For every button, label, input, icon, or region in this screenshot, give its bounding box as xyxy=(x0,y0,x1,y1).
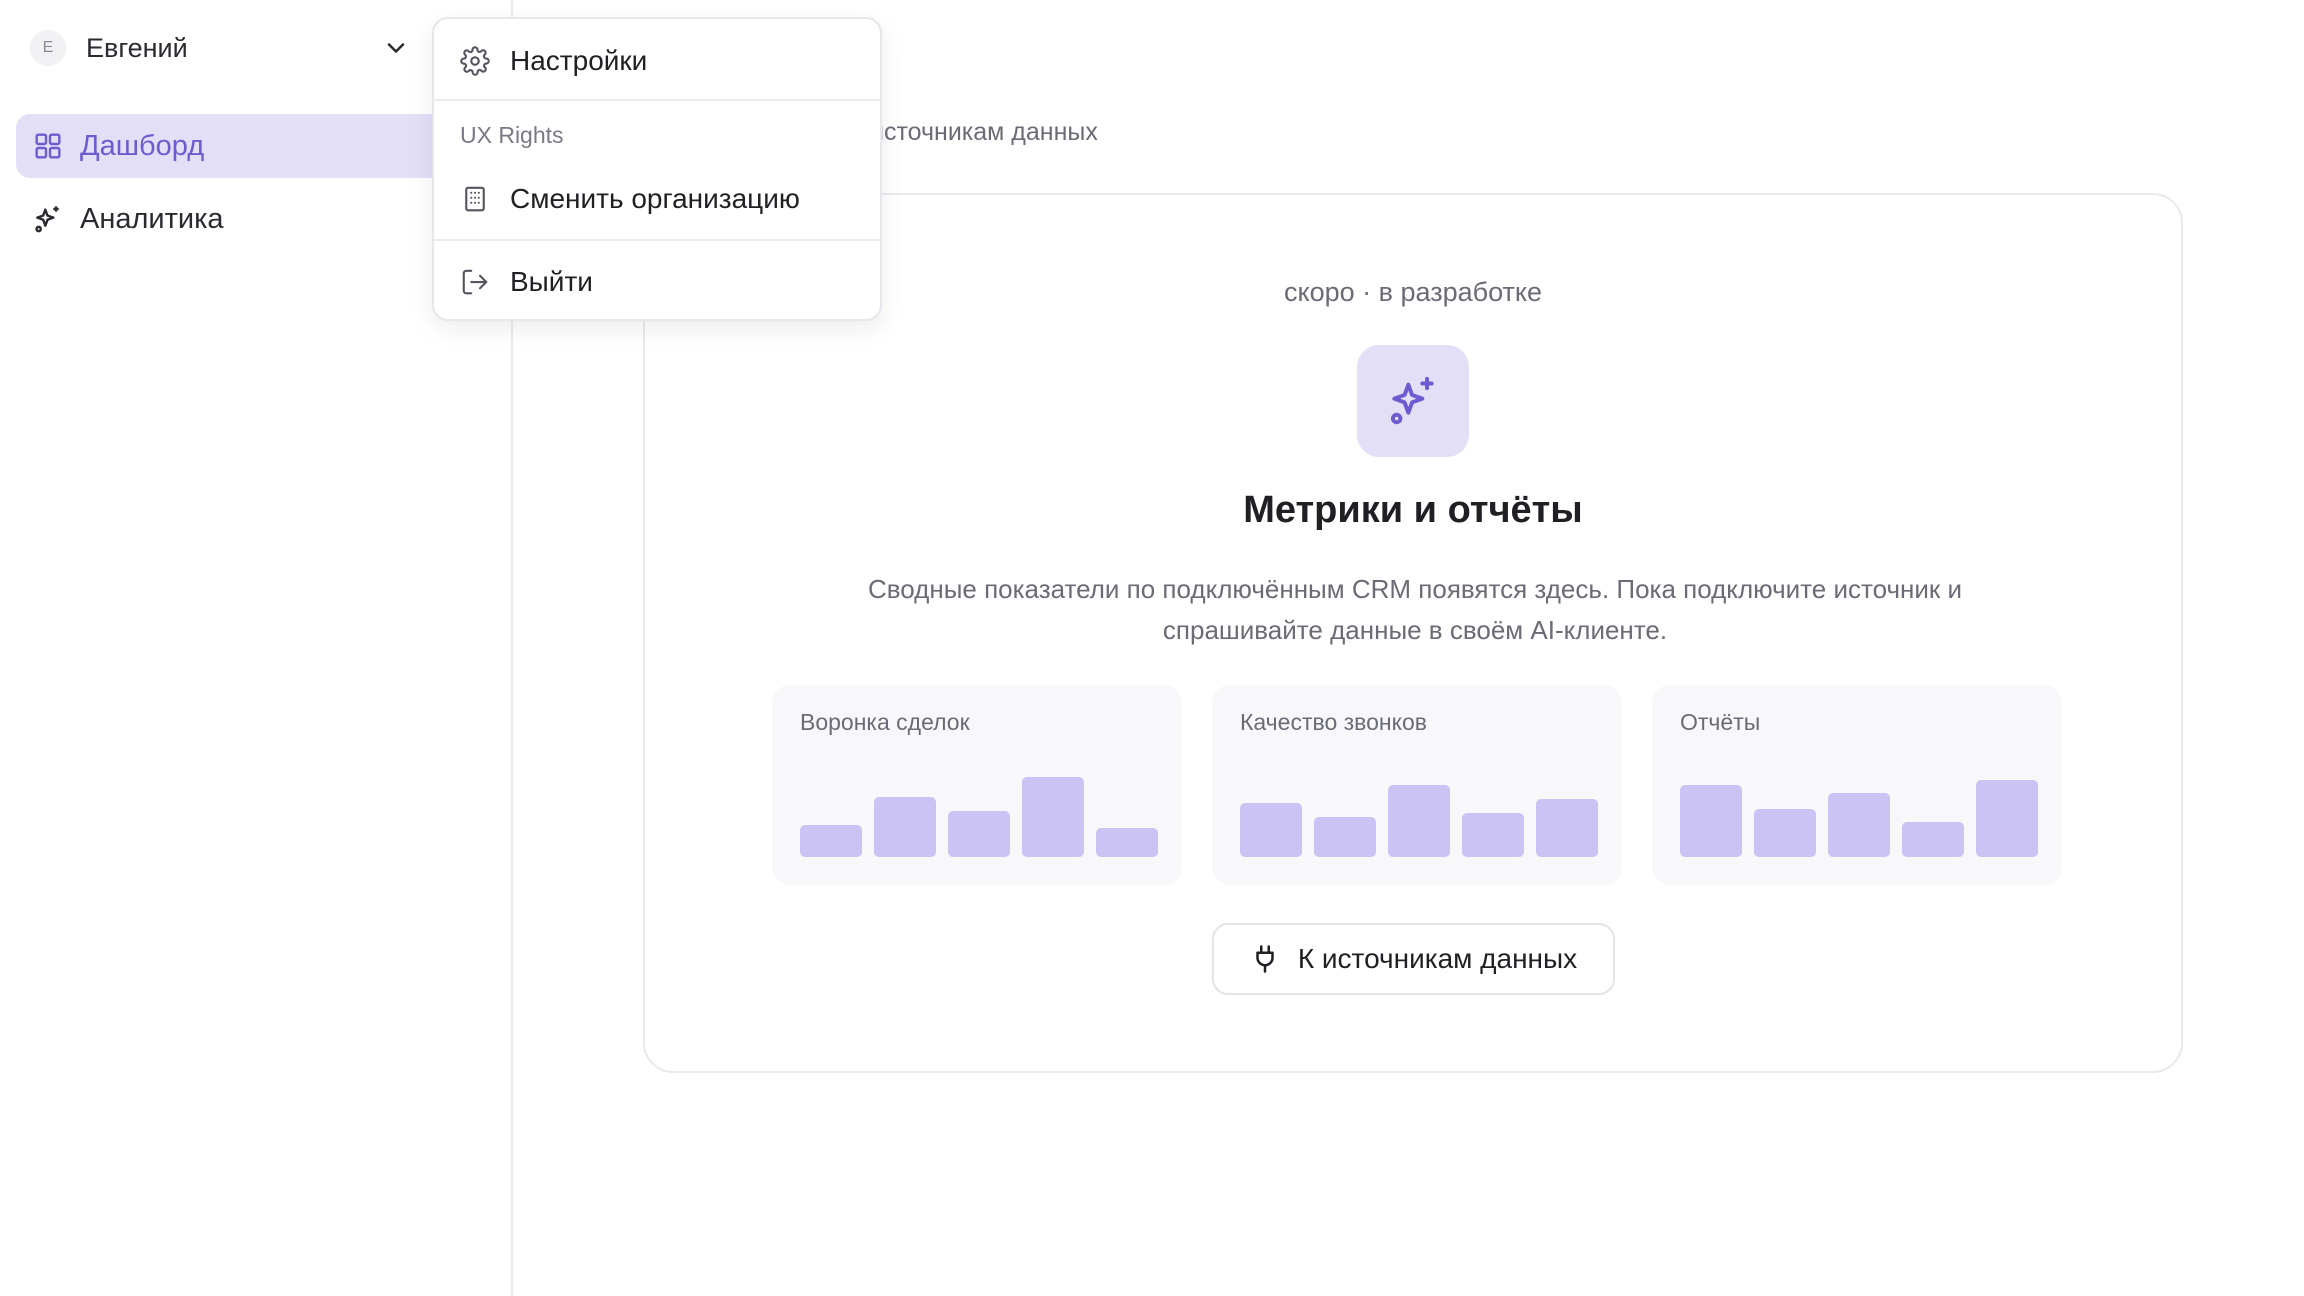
preview-bar xyxy=(800,825,862,857)
feature-icon-tile xyxy=(1357,345,1469,457)
preview-bars xyxy=(1240,757,1598,857)
preview-bar xyxy=(1462,813,1524,857)
menu-item-settings[interactable]: Настройки xyxy=(434,33,880,89)
preview-card-calls: Качество звонков xyxy=(1212,685,1622,885)
avatar: Е xyxy=(30,30,66,66)
preview-bars xyxy=(1680,757,2038,857)
gear-icon xyxy=(460,46,490,76)
metrics-card: скоро · в разработке Метрики и отчёты Св… xyxy=(643,193,2183,1073)
sparkles-icon xyxy=(35,206,59,233)
user-menu: Настройки UX Rights Сменить организацию … xyxy=(432,17,882,321)
data-sources-button[interactable]: К источникам данных xyxy=(1212,923,1615,995)
preview-bar xyxy=(1828,793,1890,857)
sidebar-item-analytics[interactable]: Аналитика xyxy=(16,187,496,251)
menu-divider xyxy=(434,239,880,241)
menu-item-switch-org[interactable]: Сменить организацию xyxy=(434,171,880,227)
preview-card-title: Качество звонков xyxy=(1240,709,1427,735)
preview-bars xyxy=(800,757,1158,857)
user-switcher[interactable]: Е Евгений xyxy=(30,28,410,68)
menu-divider xyxy=(434,99,880,101)
menu-item-logout[interactable]: Выйти xyxy=(434,254,880,310)
chevron-down-icon[interactable] xyxy=(382,34,410,62)
preview-card-reports: Отчёты xyxy=(1652,685,2062,885)
preview-bar xyxy=(1902,822,1964,857)
building-icon xyxy=(465,186,485,212)
sidebar-item-label: Аналитика xyxy=(80,202,224,235)
preview-bar xyxy=(1680,785,1742,857)
preview-card-deals: Воронка сделок xyxy=(772,685,1182,885)
preview-bar xyxy=(1096,828,1158,857)
preview-bar xyxy=(1388,785,1450,857)
menu-item-label: Настройки xyxy=(510,45,648,76)
data-sources-button-label: К источникам данных xyxy=(1297,943,1578,974)
preview-bar xyxy=(1240,803,1302,857)
preview-card-title: Воронка сделок xyxy=(800,709,970,735)
sparkles-icon xyxy=(1390,376,1434,425)
preview-bar xyxy=(1976,780,2038,857)
menu-item-label: Выйти xyxy=(510,266,593,297)
preview-bar xyxy=(874,797,936,857)
logout-icon xyxy=(462,269,488,295)
card-description: Сводные показатели по подключённым CRM п… xyxy=(867,574,1963,645)
preview-card-title: Отчёты xyxy=(1680,709,1761,735)
preview-bar xyxy=(1022,777,1084,857)
card-title: Метрики и отчёты xyxy=(1243,489,1583,531)
grid-icon xyxy=(35,133,61,159)
menu-item-label: Сменить организацию xyxy=(510,183,800,214)
menu-section-org: UX Rights xyxy=(460,122,564,148)
plug-icon xyxy=(1256,945,1274,973)
sidebar-item-label: Дашборд xyxy=(80,129,205,162)
preview-bar xyxy=(948,811,1010,857)
sidebar-item-dashboard[interactable]: Дашборд xyxy=(16,114,496,178)
page-subtitle: источникам данных xyxy=(870,118,1098,146)
preview-bar xyxy=(1754,809,1816,857)
preview-cards: Воронка сделок Качество звонков Отчёты xyxy=(772,685,2062,885)
preview-bar xyxy=(1314,817,1376,857)
preview-bar xyxy=(1536,799,1598,857)
user-name: Евгений xyxy=(86,32,188,63)
